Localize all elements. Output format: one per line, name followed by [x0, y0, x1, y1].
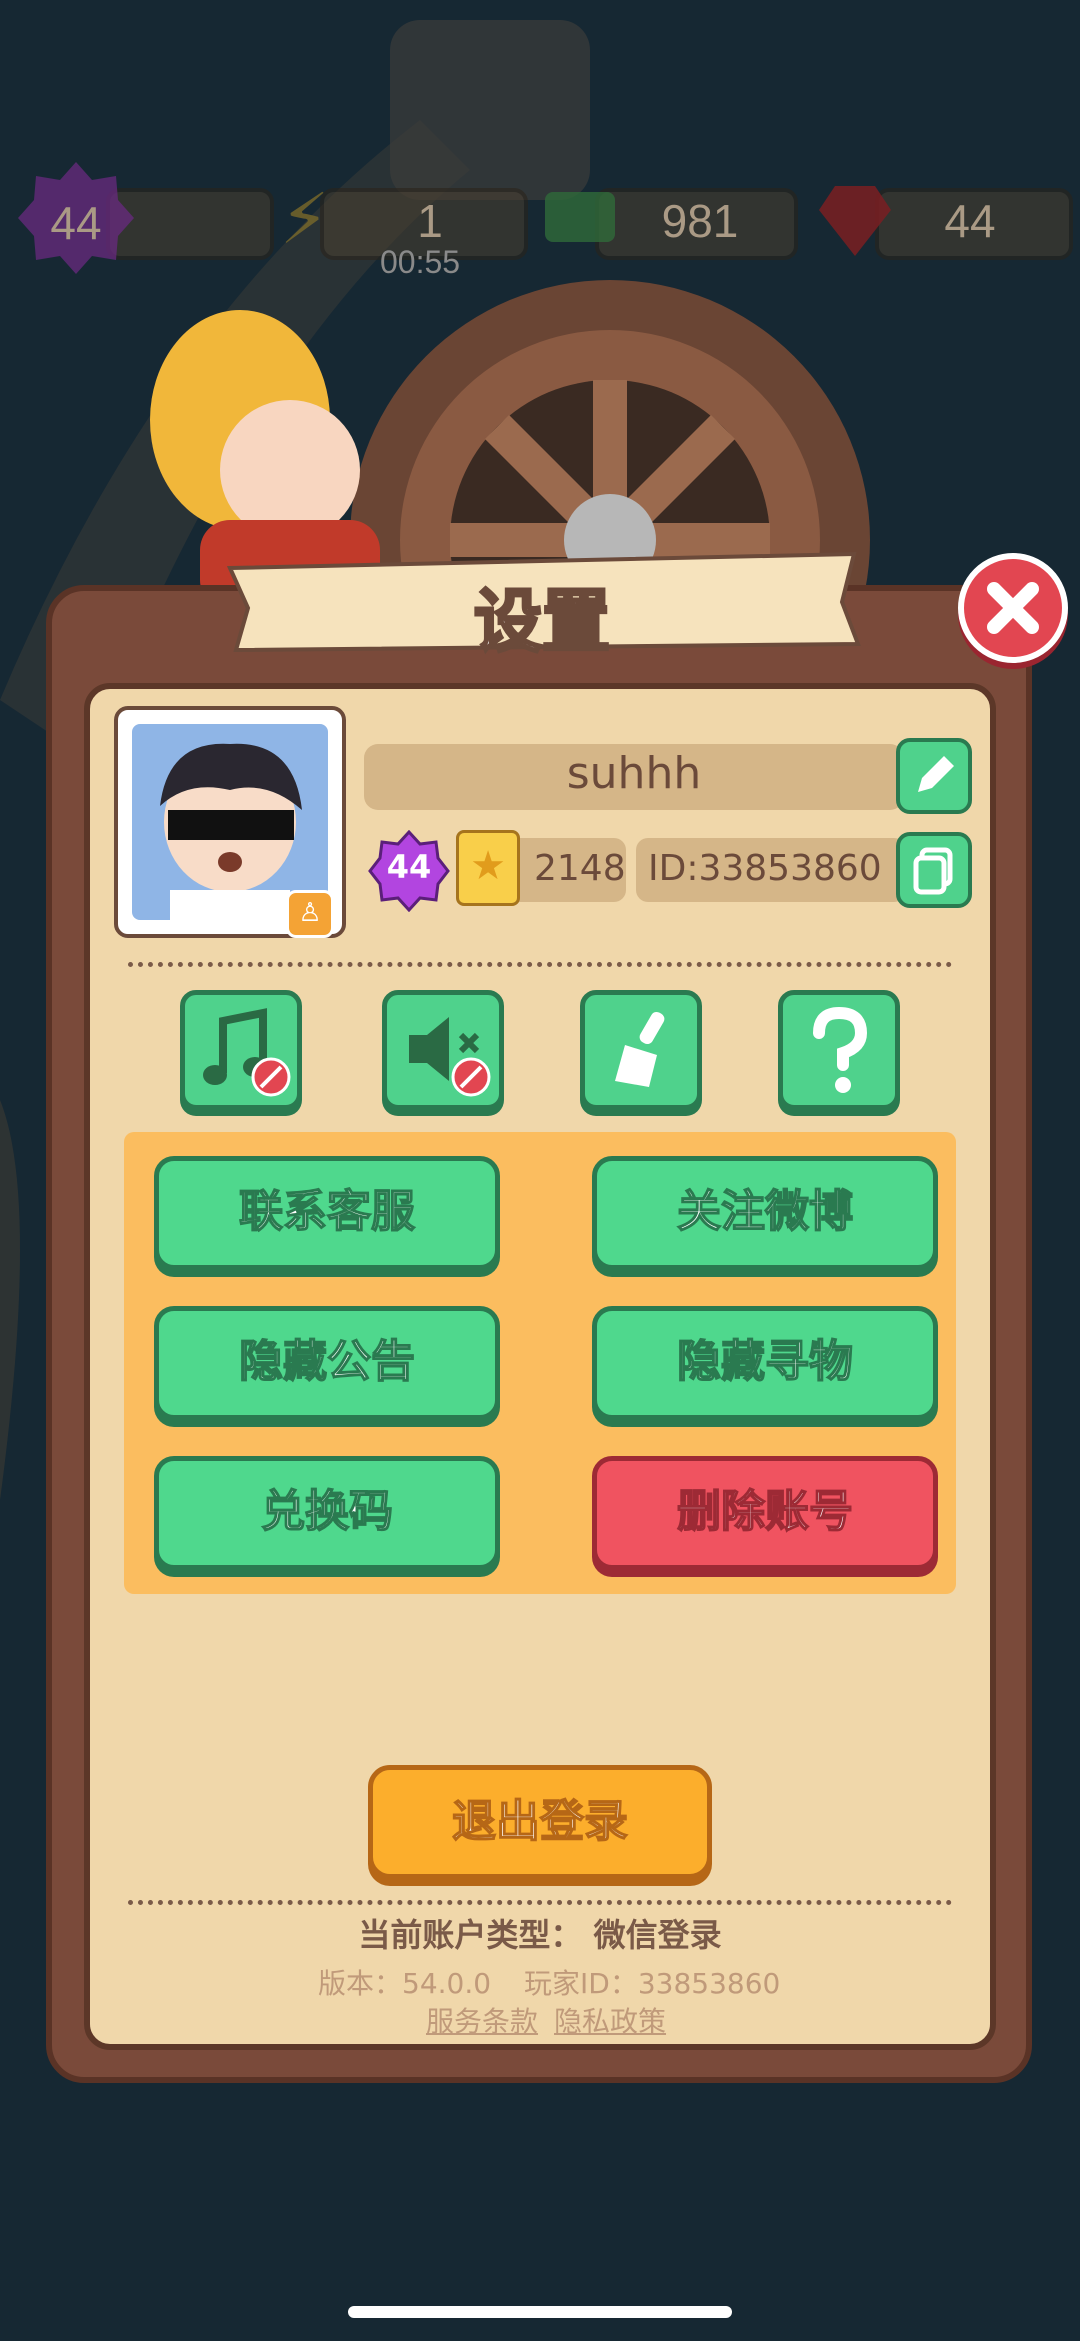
stars-value: 2148 — [534, 848, 626, 889]
energy-value: 1 — [417, 195, 443, 247]
copy-icon — [913, 847, 953, 895]
sound-off-icon — [409, 1017, 491, 1097]
divider-top — [128, 962, 952, 967]
clear-cache-button[interactable] — [580, 990, 702, 1110]
player-id-label: ID:33853860 — [648, 848, 882, 889]
star-note-icon: ★ — [456, 830, 520, 906]
cash-stat: 981 — [545, 188, 798, 260]
gem-value: 44 — [944, 195, 996, 247]
delete-account-button[interactable]: 删除账号 — [592, 1456, 938, 1570]
sound-toggle-button[interactable] — [382, 990, 504, 1110]
hide-search-button[interactable]: 隐藏寻物 — [592, 1306, 938, 1420]
contact-support-button[interactable]: 联系客服 — [154, 1156, 500, 1270]
title-banner: 设置 — [222, 548, 862, 664]
close-icon — [987, 582, 1039, 634]
lightning-icon: ⚡ — [280, 178, 330, 260]
level-value: 44 — [50, 197, 102, 249]
redeem-code-button[interactable]: 兑换码 — [154, 1456, 500, 1570]
cash-value: 981 — [661, 195, 739, 247]
privacy-link[interactable]: 隐私政策 — [554, 2000, 666, 2040]
change-avatar-icon[interactable]: ♙ — [286, 890, 334, 938]
account-type-text: 当前账户类型： 微信登录 — [358, 1916, 722, 1954]
player-id-text: 玩家ID：33853860 — [524, 1967, 781, 2000]
home-indicator[interactable] — [348, 2306, 732, 2318]
dialog-title: 设置 — [472, 582, 611, 664]
energy-timer: 00:55 — [380, 244, 461, 280]
follow-weibo-button[interactable]: 关注微博 — [592, 1156, 938, 1270]
gem-stat: 44 — [815, 186, 1073, 260]
music-toggle-button[interactable] — [180, 990, 302, 1110]
close-button[interactable] — [958, 553, 1068, 663]
help-button[interactable] — [778, 990, 900, 1110]
avatar[interactable]: ♙ — [114, 706, 346, 938]
profile-level: 44 — [386, 848, 432, 886]
player-name: suhhh — [566, 748, 702, 799]
hide-notice-button[interactable]: 隐藏公告 — [154, 1306, 500, 1420]
divider-bottom — [128, 1900, 952, 1905]
copy-id-button[interactable] — [896, 832, 972, 908]
logout-button[interactable]: 退出登录 — [368, 1765, 712, 1879]
energy-stat: ⚡ 1 00:55 — [280, 178, 530, 280]
edit-name-button[interactable] — [896, 738, 972, 814]
music-off-icon — [203, 1008, 291, 1097]
broom-icon — [615, 1011, 665, 1087]
terms-link[interactable]: 服务条款 — [426, 2000, 538, 2040]
version-text: 版本：54.0.0 — [318, 1967, 492, 2000]
help-icon — [813, 1006, 868, 1093]
level-stat: 44 — [16, 162, 274, 274]
edit-icon — [918, 756, 954, 792]
